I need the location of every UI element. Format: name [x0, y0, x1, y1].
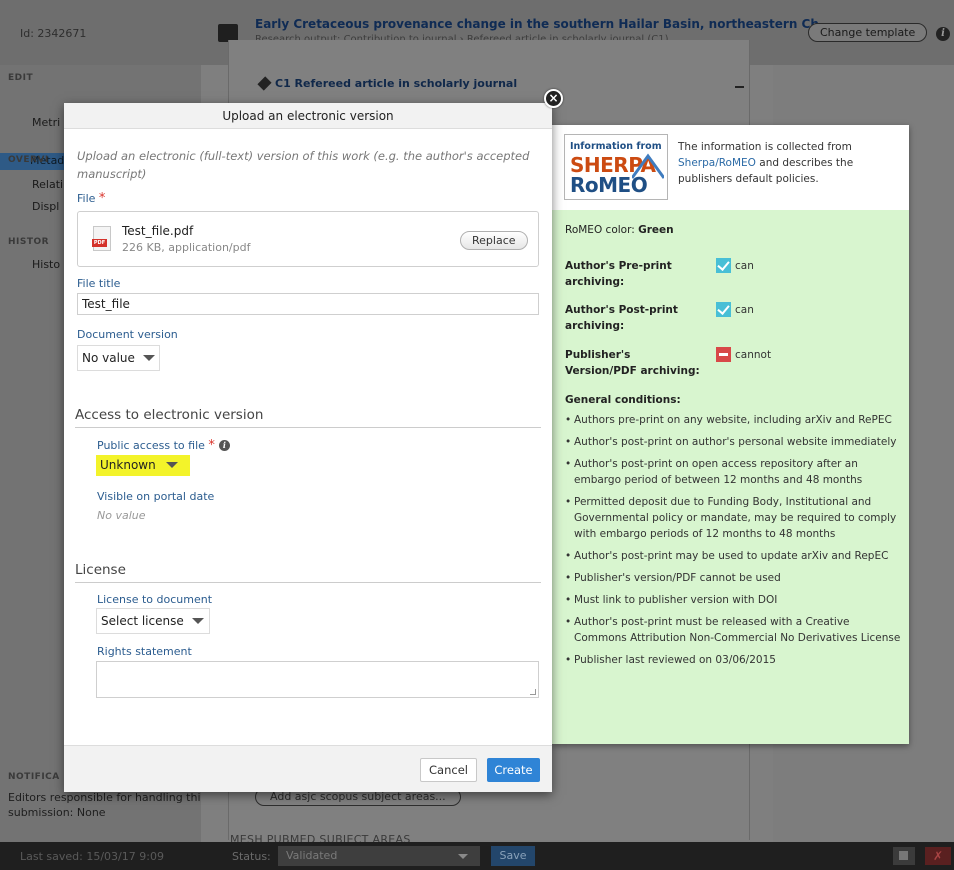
- record-id: Id: 2342671: [20, 27, 87, 40]
- delete-icon[interactable]: ✗: [925, 847, 951, 865]
- chevron-down-icon: [165, 462, 178, 468]
- create-button[interactable]: Create: [487, 758, 540, 782]
- file-name[interactable]: Test_file.pdf: [122, 224, 193, 238]
- sidebar-item-metrics[interactable]: Metri: [32, 116, 60, 129]
- public-access-label-text: Public access to file: [97, 439, 205, 452]
- sherpa-romeo-link[interactable]: Sherpa/RoMEO: [678, 157, 756, 169]
- license-label: License to document: [97, 593, 213, 606]
- public-access-select[interactable]: Unknown: [96, 455, 190, 476]
- public-access-value: Unknown: [100, 458, 156, 472]
- publisher-version-status: cannot: [716, 347, 771, 362]
- pdf-file-icon: PDF: [92, 226, 111, 251]
- romeo-color: RoMEO color: Green: [565, 224, 674, 236]
- file-title-label: File title: [77, 277, 121, 290]
- pre-print-label: Author's Pre-print archiving:: [565, 260, 672, 288]
- c1-label: C1 Refereed article in scholarly journal: [275, 77, 518, 90]
- file-title-input[interactable]: [77, 293, 539, 315]
- conditions-list: Authors pre-print on any website, includ…: [565, 412, 903, 674]
- file-label-text: File: [77, 192, 96, 205]
- publisher-version-value: cannot: [735, 349, 772, 361]
- document-version-label: Document version: [77, 328, 178, 341]
- info-icon[interactable]: i: [936, 27, 950, 41]
- replace-button[interactable]: Replace: [460, 231, 528, 250]
- visible-date-label: Visible on portal date: [97, 490, 215, 503]
- license-select[interactable]: Select license: [96, 608, 210, 634]
- publisher-version-label: Publisher's Version/PDF archiving:: [565, 349, 700, 377]
- license-value: Select license: [101, 614, 184, 628]
- list-item: Permitted deposit due to Funding Body, I…: [565, 494, 903, 542]
- file-meta: 226 KB, application/pdf: [122, 241, 251, 254]
- post-print-value: can: [735, 304, 754, 316]
- list-item: Publisher last reviewed on 03/06/2015: [565, 652, 903, 668]
- logo-line1: Information from: [570, 141, 662, 152]
- minus-icon: [716, 347, 731, 362]
- required-icon: *: [98, 191, 106, 206]
- list-item: Author's post-print on open access repos…: [565, 456, 903, 488]
- chevron-down-icon: [191, 618, 204, 624]
- close-icon[interactable]: ×: [544, 89, 563, 108]
- list-item: Author's post-print on author's personal…: [565, 434, 903, 450]
- pre-print-status: can: [716, 258, 754, 273]
- post-print-label: Author's Post-print archiving:: [565, 304, 678, 332]
- info-icon[interactable]: i: [218, 440, 230, 451]
- sidebar-heading-history: HISTOR: [8, 237, 50, 247]
- modal-footer: Cancel Create: [64, 745, 552, 792]
- file-card: PDF Test_file.pdf 226 KB, application/pd…: [77, 211, 539, 267]
- check-icon: [716, 258, 731, 273]
- access-section-heading: Access to electronic version: [75, 407, 541, 428]
- sidebar-heading-edit: EDIT: [8, 73, 34, 83]
- page-title[interactable]: Early Cretaceous provenance change in th…: [255, 17, 819, 31]
- change-template-button[interactable]: Change template: [808, 23, 928, 42]
- required-icon: *: [208, 438, 215, 453]
- sidebar-heading-overview: OVERVI: [8, 155, 49, 165]
- upload-modal: Upload an electronic version Upload an e…: [64, 103, 552, 792]
- copy-icon[interactable]: [893, 847, 915, 865]
- list-item: Must link to publisher version with DOI: [565, 592, 903, 608]
- chevron-down-icon: [458, 854, 468, 859]
- save-button[interactable]: Save: [491, 846, 535, 866]
- document-version-select[interactable]: No value: [77, 345, 160, 371]
- sherpa-romeo-panel: Information from SHERPA RoMEO The inform…: [552, 125, 909, 744]
- rights-statement-textarea[interactable]: [96, 661, 539, 698]
- status-select[interactable]: Validated: [278, 846, 480, 866]
- list-item: Author's post-print must be released wit…: [565, 614, 903, 646]
- sidebar-item-display[interactable]: Displ: [32, 200, 59, 213]
- sherpa-header: Information from SHERPA RoMEO The inform…: [552, 125, 909, 210]
- rights-statement-label: Rights statement: [97, 645, 192, 658]
- romeo-color-value: Green: [638, 224, 674, 236]
- post-print-status: can: [716, 302, 754, 317]
- visible-date-value[interactable]: No value: [97, 509, 146, 522]
- check-icon: [716, 302, 731, 317]
- list-item: Publisher's version/PDF cannot be used: [565, 570, 903, 586]
- last-saved-text: Last saved: 15/03/17 9:09: [20, 850, 164, 863]
- sherpa-info-text: The information is collected from Sherpa…: [678, 139, 900, 187]
- public-access-label: Public access to file * i: [97, 438, 230, 453]
- sidebar-heading-notifications: NOTIFICA: [8, 772, 60, 782]
- status-value: Validated: [286, 849, 338, 862]
- modal-title: Upload an electronic version: [64, 103, 552, 129]
- sherpa-romeo-logo[interactable]: Information from SHERPA RoMEO: [564, 134, 668, 200]
- conditions-title: General conditions:: [565, 394, 681, 406]
- footer-bar: Last saved: 15/03/17 9:09 Status: Valida…: [0, 842, 954, 870]
- sidebar-item-history[interactable]: Histo: [32, 258, 60, 271]
- list-item: Author's post-print may be used to updat…: [565, 548, 903, 564]
- modal-intro: Upload an electronic (full-text) version…: [77, 149, 530, 181]
- info-prefix: The information is collected from: [678, 141, 852, 153]
- pre-print-value: can: [735, 260, 754, 272]
- sidebar-item-relations[interactable]: Relati: [32, 178, 63, 191]
- list-item: Authors pre-print on any website, includ…: [565, 412, 903, 428]
- cancel-button[interactable]: Cancel: [420, 758, 477, 782]
- license-section-heading: License: [75, 562, 541, 583]
- collapse-icon[interactable]: [735, 86, 744, 88]
- notifications-text: Editors responsible for handling this su…: [8, 791, 207, 819]
- chevron-down-icon: [142, 355, 155, 361]
- file-label: File *: [77, 191, 105, 206]
- logo-peak-icon: [632, 153, 664, 179]
- romeo-color-label: RoMEO color:: [565, 224, 635, 236]
- status-label: Status:: [232, 850, 271, 863]
- document-version-value: No value: [82, 351, 135, 365]
